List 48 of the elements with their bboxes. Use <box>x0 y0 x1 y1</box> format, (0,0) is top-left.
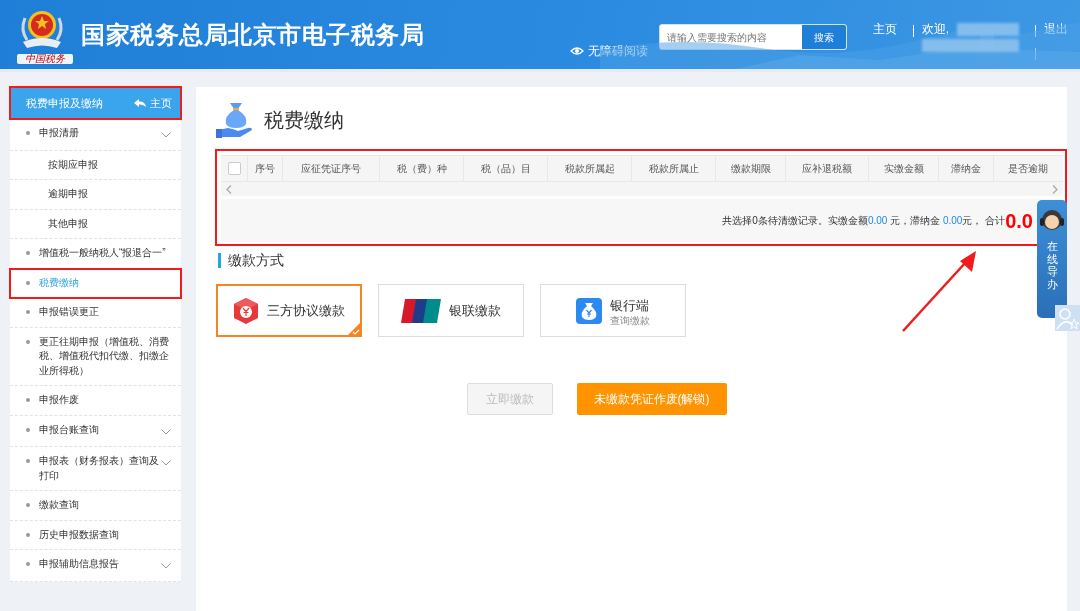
sidebar-item[interactable]: 按期应申报 <box>10 150 181 180</box>
page-title: 税费缴纳 <box>264 108 344 133</box>
payment-option[interactable]: 银联缴款 <box>378 284 524 338</box>
site-title: 国家税务总局北京市电子税务局 <box>81 20 424 50</box>
column-header: 税款所属起 <box>564 162 615 176</box>
sidebar-item[interactable]: 申报错误更正 <box>10 298 181 328</box>
payment-option[interactable]: 三方协议缴款 <box>216 284 362 338</box>
column-header: 是否逾期 <box>1008 162 1048 176</box>
column-header: 序号 <box>255 162 275 176</box>
scroll-right-icon[interactable] <box>1052 185 1058 194</box>
column-header: 应补退税额 <box>802 162 852 176</box>
column-header: 税款所属止 <box>648 162 699 176</box>
check-corner-icon <box>347 322 361 337</box>
sidebar-item[interactable]: 缴款查询 <box>10 491 181 521</box>
money-bag-icon <box>576 297 602 324</box>
option-subtitle: 查询缴款 <box>610 315 650 326</box>
sidebar-item[interactable]: 其他申报 <box>10 209 181 239</box>
return-icon <box>134 98 146 108</box>
sidebar-item[interactable]: 申报辅助信息报告 <box>10 550 181 582</box>
summary-text: 共选择0条待清缴记录。实缴金额0.00 元，滞纳金 0.00元， 合计 <box>722 215 1006 226</box>
total-amount: 0.0 <box>1005 210 1033 231</box>
eye-icon <box>569 46 584 56</box>
column-header: 实缴金额 <box>883 162 924 176</box>
scroll-left-icon[interactable] <box>226 185 232 194</box>
sidebar-item[interactable]: 申报表（财务报表）查询及打印 <box>10 447 181 491</box>
sidebar-item[interactable]: 申报台账查询 <box>10 415 181 447</box>
search-field[interactable]: 请输入需要搜索的内容 搜索 <box>658 24 847 50</box>
select-all-checkbox[interactable] <box>227 162 241 175</box>
sidebar-title: 税费申报及缴纳 <box>26 95 103 111</box>
option-title: 银行端 <box>610 297 650 316</box>
bank-card-logo-icon <box>401 297 441 324</box>
sidebar-item[interactable]: 增值税一般纳税人“报退合一” <box>10 239 181 269</box>
search-button[interactable]: 搜索 <box>801 25 846 49</box>
sidebar-item[interactable]: 申报作废 <box>10 386 181 416</box>
welcome-text: 欢迎, <box>921 22 949 36</box>
column-header: 缴款期限 <box>730 162 771 176</box>
column-header: 税（品）目 <box>480 162 531 176</box>
column-header: 税（费）种 <box>396 162 447 176</box>
payment-option[interactable]: 银行端 查询缴款 <box>540 284 686 338</box>
column-header: 应征凭证序号 <box>301 162 361 176</box>
sidebar-item[interactable]: 更正往期申报（增值税、消费税、增值税代扣代缴、扣缴企业所得税） <box>10 327 181 386</box>
sidebar-item[interactable]: 申报清册 <box>10 119 181 151</box>
column-header: 滞纳金 <box>951 162 981 176</box>
sidebar-item[interactable]: 逾期申报 <box>10 180 181 210</box>
sidebar-item[interactable]: 历史申报数据查询 <box>10 520 181 550</box>
cube-yuan-icon <box>233 296 259 325</box>
online-guide-button[interactable]: 在线导办 <box>1037 200 1067 318</box>
logo-caption: 中国税务 <box>17 54 73 64</box>
